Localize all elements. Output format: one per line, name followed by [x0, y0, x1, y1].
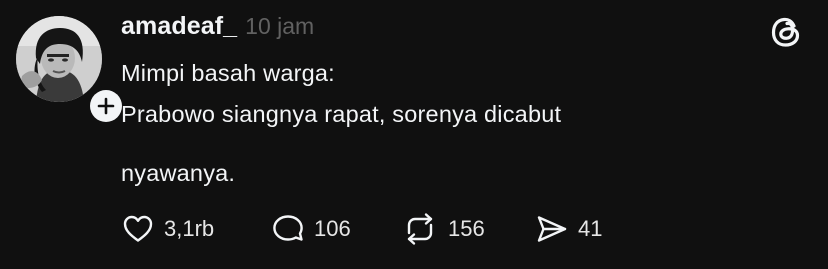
post-text-line-1: Mimpi basah warga: [121, 60, 335, 86]
repost-count: 156 [448, 216, 485, 241]
post-text-line-3: nyawanya. [121, 160, 236, 186]
like-count: 3,1rb [164, 216, 215, 241]
like-button[interactable]: 3,1rb [120, 211, 214, 247]
timestamp: 10 jam [245, 13, 315, 39]
reply-count: 106 [314, 216, 351, 241]
reply-button[interactable]: 106 [270, 211, 351, 247]
threads-logo-icon[interactable] [766, 12, 806, 52]
thread-post: amadeaf_ 10 jam Mimpi basah warga: Prabo… [0, 0, 828, 269]
send-icon [534, 211, 570, 247]
avatar-container[interactable] [16, 16, 126, 126]
speech-bubble-icon [270, 211, 306, 247]
share-button[interactable]: 41 [534, 211, 602, 247]
follow-button[interactable] [86, 86, 126, 126]
post-text-line-2: Prabowo siangnya rapat, sorenya dicabut [121, 101, 562, 127]
post-header: amadeaf_ 10 jam [121, 12, 314, 41]
repost-icon [400, 211, 440, 247]
avatar-image [16, 16, 102, 102]
username[interactable]: amadeaf_ [121, 12, 237, 41]
plus-icon [90, 90, 122, 122]
avatar[interactable] [16, 16, 102, 102]
heart-icon [120, 211, 156, 247]
share-count: 41 [578, 216, 603, 241]
repost-button[interactable]: 156 [400, 211, 485, 247]
